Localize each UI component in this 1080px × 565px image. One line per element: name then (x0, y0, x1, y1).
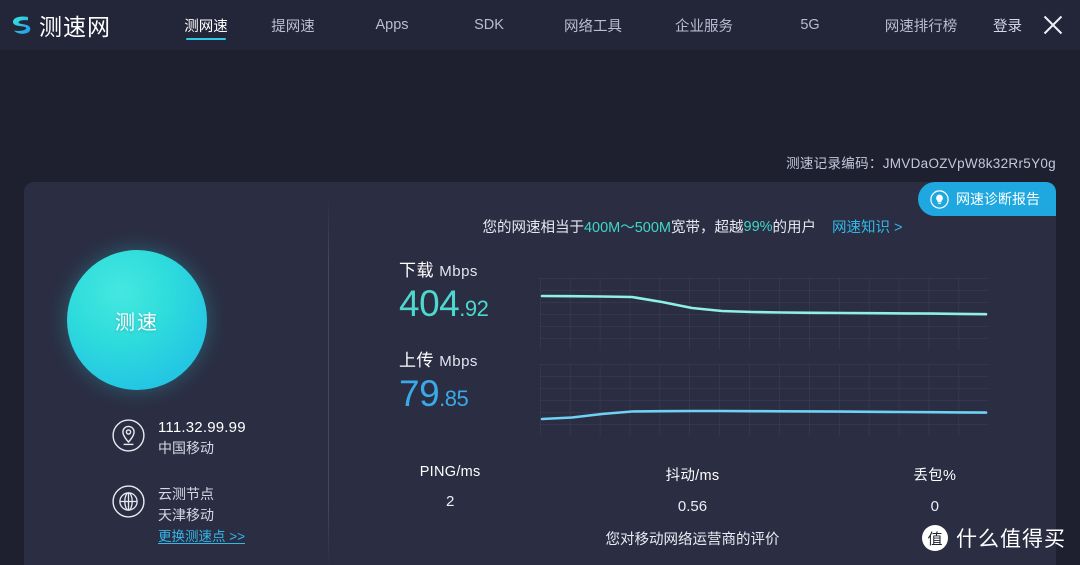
download-label: 下载 (399, 261, 434, 280)
site-logo[interactable]: 测速网 (8, 8, 111, 42)
download-value-dec: .92 (459, 296, 489, 321)
upload-value-dec: .85 (439, 386, 469, 411)
download-unit: Mbps (439, 263, 478, 280)
smzdm-badge-icon: 值 (922, 525, 948, 551)
globe-icon (112, 485, 145, 518)
start-speedtest-label: 测速 (115, 311, 159, 334)
site-logo-text: 测速网 (39, 15, 111, 41)
record-code-label: 测速记录编码： (786, 156, 883, 171)
ip-address: 111.32.99.99 (158, 419, 246, 436)
speedtest-page: 测速网 测网速 提网速 Apps SDK 网络工具 企业服务 5G 网速排行榜 … (0, 0, 1080, 565)
start-speedtest-button[interactable]: 测速 (67, 250, 207, 390)
stat-jitter-label: 抖动/ms (665, 468, 720, 484)
nav-item-5g[interactable]: 5G (759, 0, 861, 50)
download-label-row: 下载 Mbps (399, 256, 488, 281)
stat-jitter-value: 0.56 (677, 498, 708, 515)
upload-unit: Mbps (439, 353, 478, 370)
upload-metric: 上传 Mbps 79.85 (399, 346, 478, 415)
upload-value: 79.85 (399, 373, 478, 415)
node-title: 云测节点 (158, 486, 214, 502)
download-value-int: 404 (399, 283, 460, 324)
stat-ping-value: 2 (445, 493, 455, 510)
app-header: 测速网 测网速 提网速 Apps SDK 网络工具 企业服务 5G 网速排行榜 … (0, 0, 1080, 50)
stat-packetloss-label: 丢包% (913, 468, 957, 484)
stat-packetloss-value: 0 (930, 498, 939, 515)
result-card: 网速诊断报告 测速 111.32.99.99 中国移动 云测节点 天津移动 更换… (24, 182, 1056, 565)
node-name: 天津移动 (158, 507, 214, 523)
summary-suffix: 的用户 (772, 220, 817, 236)
nav-item-cewangsu[interactable]: 测网速 (169, 0, 243, 50)
download-chart (540, 278, 988, 350)
login-button[interactable]: 登录 (993, 15, 1022, 36)
s-swoosh-logo-icon (8, 12, 34, 38)
nav-item-qiyefuwu[interactable]: 企业服务 (649, 0, 759, 50)
right-panel: 您的网速相当于 400M～500M 宽带，超越 99% 的用户 网速知识 > 下载 Mbp… (329, 182, 1056, 565)
summary-middle: 宽带，超越 (671, 220, 744, 236)
watermark: 值 什么值得买 (922, 523, 1066, 553)
node-info-row: 云测节点 天津移动 更换测速点 >> (112, 484, 245, 548)
left-panel: 测速 111.32.99.99 中国移动 云测节点 天津移动 更换测速点 >> (24, 182, 328, 565)
stat-ping-label: PING/ms (419, 464, 481, 480)
ip-carrier: 中国移动 (158, 440, 214, 456)
upload-value-int: 79 (399, 373, 440, 414)
stats-row: PING/ms 2 抖动/ms 0.56 丢包% 0 (329, 464, 1056, 515)
summary-bandwidth: 400M～500M (583, 220, 671, 236)
nav-item-tiwangsu[interactable]: 提网速 (243, 0, 343, 50)
location-pin-icon (112, 419, 145, 452)
ip-info-row: 111.32.99.99 中国移动 (112, 418, 246, 459)
upload-label-row: 上传 Mbps (399, 346, 478, 371)
record-code-value: JMVDaOZVpW8k32Rr5Y0g (882, 156, 1056, 171)
summary-prefix: 您的网速相当于 (482, 220, 584, 236)
download-metric: 下载 Mbps 404.92 (399, 256, 489, 325)
upload-chart (540, 364, 988, 436)
main-nav: 测网速 提网速 Apps SDK 网络工具 企业服务 5G 网速排行榜 (169, 0, 981, 50)
record-code: 测速记录编码：JMVDaOZVpW8k32Rr5Y0g (786, 152, 1056, 172)
stat-ping: PING/ms 2 (329, 464, 571, 515)
nav-item-sdk[interactable]: SDK (441, 0, 537, 50)
change-node-link[interactable]: 更换测速点 >> (158, 526, 245, 548)
nav-item-paihangbang[interactable]: 网速排行榜 (861, 0, 981, 50)
upload-label: 上传 (399, 351, 434, 370)
summary-percent: 99% (743, 218, 773, 235)
nav-item-apps[interactable]: Apps (343, 0, 441, 50)
close-icon[interactable] (1040, 12, 1066, 38)
speed-knowledge-link[interactable]: 网速知识 > (832, 216, 903, 237)
node-info-lines: 云测节点 天津移动 更换测速点 >> (158, 484, 245, 548)
header-right: 登录 (993, 12, 1080, 38)
download-value: 404.92 (399, 283, 489, 325)
ip-info-lines: 111.32.99.99 中国移动 (158, 418, 246, 459)
summary-text: 您的网速相当于 400M～500M 宽带，超越 99% 的用户 网速知识 > (329, 216, 1056, 237)
watermark-text: 什么值得买 (956, 528, 1066, 551)
stat-jitter: 抖动/ms 0.56 (571, 464, 813, 515)
nav-item-wangluogongju[interactable]: 网络工具 (537, 0, 649, 50)
stat-packetloss: 丢包% 0 (814, 464, 1056, 515)
